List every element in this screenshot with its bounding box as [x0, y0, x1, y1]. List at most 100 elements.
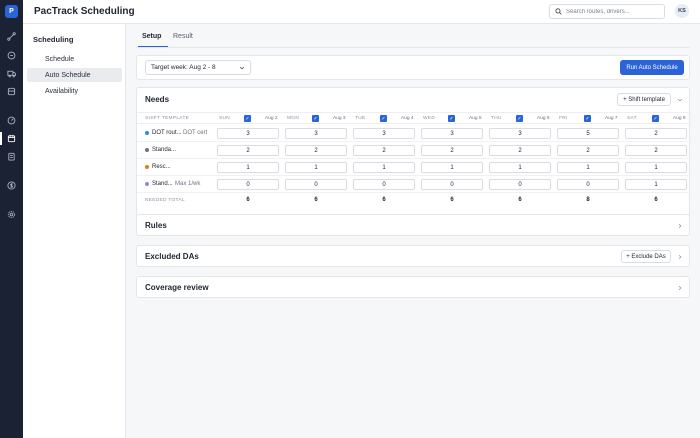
need-cell[interactable]: 1 — [421, 162, 483, 173]
search-box[interactable] — [549, 4, 665, 19]
day-header-thu: THU — [491, 116, 502, 121]
day-checkbox-mon[interactable]: ✓ — [312, 115, 319, 122]
need-cell[interactable]: 0 — [217, 179, 279, 190]
icon-rail: P — [0, 0, 23, 438]
need-cell[interactable]: 3 — [217, 128, 279, 139]
template-note: Max 1/wk — [175, 181, 201, 187]
rules-card[interactable]: Rules — [136, 214, 690, 236]
need-cell[interactable]: 1 — [353, 162, 415, 173]
run-auto-schedule-button[interactable]: Run Auto Schedule — [620, 60, 684, 75]
shift-template-header: SHIFT TEMPLATE — [145, 116, 190, 121]
need-cell[interactable]: 3 — [353, 128, 415, 139]
chevron-right-icon[interactable] — [677, 285, 683, 291]
day-date-mon: Aug 3 — [333, 116, 346, 121]
need-cell[interactable]: 1 — [625, 179, 687, 190]
gauge-icon[interactable] — [6, 115, 17, 126]
top-header: PacTrack Scheduling KS — [23, 0, 700, 24]
day-date-sat: Aug 8 — [673, 116, 686, 121]
needed-total-value: 6 — [246, 197, 250, 203]
search-input[interactable] — [566, 8, 661, 15]
need-cell[interactable]: 5 — [557, 128, 619, 139]
need-cell[interactable]: 2 — [625, 145, 687, 156]
template-name[interactable]: Standa... — [152, 147, 176, 153]
rail-active-indicator — [0, 132, 2, 145]
subnav-item-availability[interactable]: Availability — [27, 84, 122, 98]
excluded-das-title: Excluded DAs — [145, 252, 199, 261]
need-cell[interactable]: 1 — [489, 162, 551, 173]
day-date-wed: Aug 5 — [469, 116, 482, 121]
day-date-sun: Aug 2 — [265, 116, 278, 121]
clipboard-icon[interactable] — [6, 151, 17, 162]
needed-total-row: NEEDED TOTAL 6 6 6 6 6 8 6 — [137, 194, 691, 207]
tab-result[interactable]: Result — [173, 33, 193, 40]
need-cell[interactable]: 1 — [217, 162, 279, 173]
coverage-review-card[interactable]: Coverage review — [136, 276, 690, 298]
needed-total-value: 6 — [382, 197, 386, 203]
day-header-sat: SAT — [627, 116, 637, 121]
day-header-wed: WED — [423, 116, 436, 121]
template-name[interactable]: DOT rout... — [152, 130, 182, 136]
excluded-das-card[interactable]: Excluded DAs + Exclude DAs — [136, 245, 690, 267]
tab-divider — [136, 47, 690, 48]
template-color-dot — [145, 165, 149, 169]
truck-icon[interactable] — [6, 68, 17, 79]
need-cell[interactable]: 2 — [421, 145, 483, 156]
template-color-dot — [145, 148, 149, 152]
need-cell[interactable]: 1 — [625, 162, 687, 173]
need-cell[interactable]: 0 — [557, 179, 619, 190]
main-content: Setup Result Target week: Aug 2 - 8 Run … — [126, 24, 700, 438]
day-date-thu: Aug 6 — [537, 116, 550, 121]
needed-total-value: 6 — [314, 197, 318, 203]
need-cell[interactable]: 1 — [557, 162, 619, 173]
add-shift-template-button[interactable]: + Shift template — [617, 93, 671, 106]
need-cell[interactable]: 3 — [421, 128, 483, 139]
search-icon — [555, 8, 562, 15]
subnav-item-schedule[interactable]: Schedule — [27, 52, 122, 66]
subnav-item-auto-schedule[interactable]: Auto Schedule — [27, 68, 122, 82]
day-checkbox-sat[interactable]: ✓ — [652, 115, 659, 122]
routes-icon[interactable] — [6, 31, 17, 42]
chevron-right-icon[interactable] — [677, 223, 683, 229]
need-cell[interactable]: 0 — [353, 179, 415, 190]
needed-total-value: 6 — [654, 197, 658, 203]
day-checkbox-sun[interactable]: ✓ — [244, 115, 251, 122]
table-row: Stand... Max 1/wk 0 0 0 0 0 0 1 — [137, 176, 691, 193]
need-cell[interactable]: 3 — [285, 128, 347, 139]
day-checkbox-fri[interactable]: ✓ — [584, 115, 591, 122]
calendar-icon[interactable] — [6, 133, 17, 144]
table-row: Resc... 1 1 1 1 1 1 1 — [137, 159, 691, 176]
day-checkbox-wed[interactable]: ✓ — [448, 115, 455, 122]
day-checkbox-thu[interactable]: ✓ — [516, 115, 523, 122]
settings-gear-icon[interactable] — [6, 209, 17, 220]
need-cell[interactable]: 2 — [353, 145, 415, 156]
need-cell[interactable]: 3 — [489, 128, 551, 139]
need-cell[interactable]: 2 — [217, 145, 279, 156]
user-avatar[interactable]: KS — [675, 4, 689, 18]
day-checkbox-tue[interactable]: ✓ — [380, 115, 387, 122]
package-icon[interactable] — [6, 86, 17, 97]
chevron-down-icon[interactable] — [677, 97, 683, 103]
dollar-icon[interactable] — [6, 180, 17, 191]
need-cell[interactable]: 2 — [557, 145, 619, 156]
chat-icon[interactable] — [6, 50, 17, 61]
template-color-dot — [145, 131, 149, 135]
need-cell[interactable]: 0 — [421, 179, 483, 190]
template-name[interactable]: Stand... — [152, 181, 173, 187]
week-card: Target week: Aug 2 - 8 Run Auto Schedule — [136, 55, 690, 80]
target-week-select[interactable]: Target week: Aug 2 - 8 — [145, 60, 251, 75]
need-cell[interactable]: 0 — [285, 179, 347, 190]
need-cell[interactable]: 0 — [489, 179, 551, 190]
rules-title: Rules — [145, 221, 167, 230]
subnav-title: Scheduling — [33, 35, 74, 44]
app-logo[interactable]: P — [5, 5, 18, 18]
target-week-label: Target week: Aug 2 - 8 — [151, 64, 216, 71]
chevron-right-icon[interactable] — [677, 254, 683, 260]
need-cell[interactable]: 1 — [285, 162, 347, 173]
exclude-das-button[interactable]: + Exclude DAs — [621, 250, 671, 263]
need-cell[interactable]: 2 — [285, 145, 347, 156]
need-cell[interactable]: 2 — [625, 128, 687, 139]
table-row: Standa... 2 2 2 2 2 2 2 — [137, 142, 691, 159]
need-cell[interactable]: 2 — [489, 145, 551, 156]
template-name[interactable]: Resc... — [152, 164, 171, 170]
tab-setup[interactable]: Setup — [142, 33, 161, 40]
